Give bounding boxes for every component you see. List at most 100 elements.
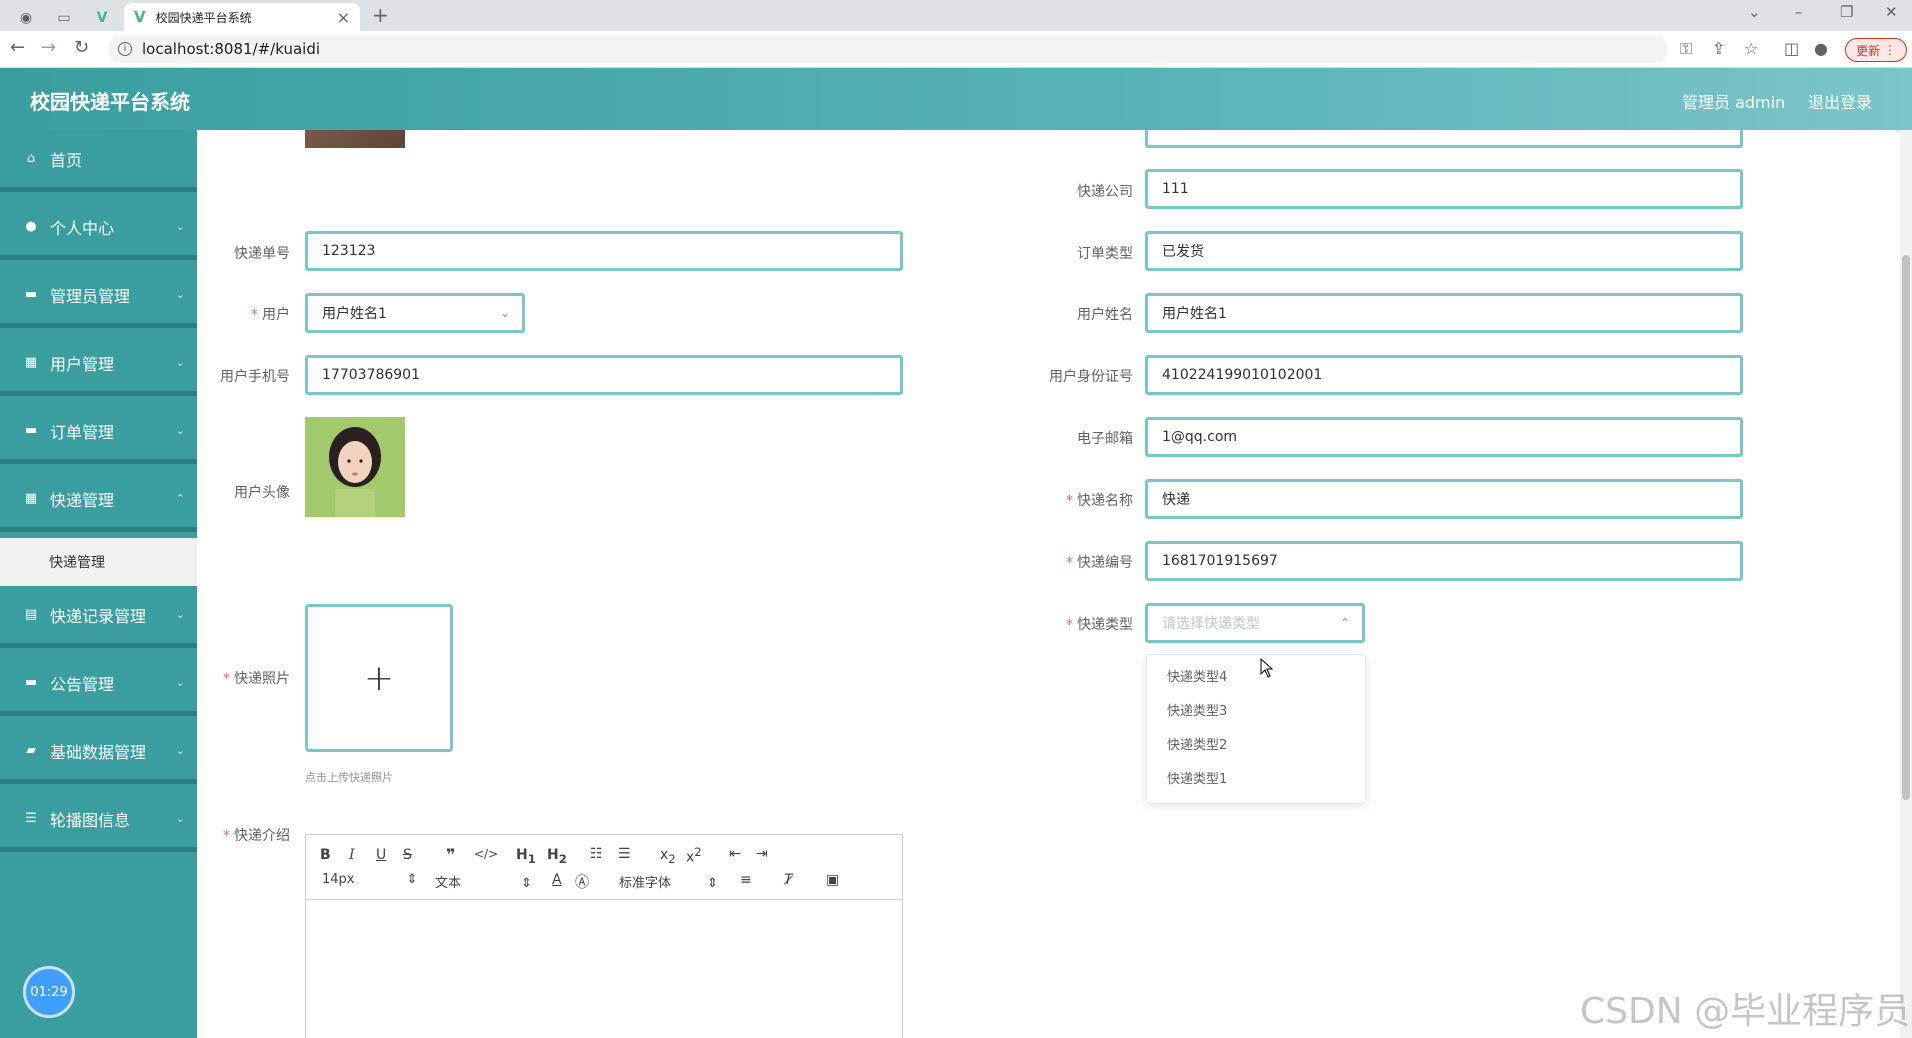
ordered-list-icon[interactable]: ☷: [590, 846, 603, 862]
dropdown-option[interactable]: 快递类型1: [1147, 763, 1365, 797]
blank-tab-icon[interactable]: ▭: [46, 5, 82, 31]
update-label: 更新: [1856, 43, 1881, 58]
superscript-icon[interactable]: x2: [686, 845, 702, 866]
id-card-input[interactable]: 410224199010102001: [1145, 355, 1743, 395]
font-color-icon[interactable]: A: [552, 872, 562, 888]
font-size-select[interactable]: 14px ⇕: [322, 872, 417, 887]
forward-icon[interactable]: →: [41, 37, 56, 58]
sidebar-item-admins[interactable]: ▬ 管理员管理 ⌄: [0, 266, 197, 328]
sidebar-item-carousel[interactable]: ☰ 轮播图信息 ⌄: [0, 790, 197, 852]
background-color-icon[interactable]: Ⓐ: [575, 872, 589, 892]
submenu-label: 快递管理: [49, 555, 105, 571]
quote-icon[interactable]: ❞: [446, 845, 455, 864]
sidebar: ⌂ 首页 ● 个人中心 ⌄ ▬ 管理员管理 ⌄ ▦ 用户管理 ⌄ ▬ 订单管理 …: [0, 130, 197, 1038]
address-bar[interactable]: i localhost:8081/#/kuaidi: [108, 35, 1668, 63]
sidepanel-icon[interactable]: ◫: [1784, 39, 1799, 58]
bold-icon[interactable]: B: [320, 847, 331, 863]
info-icon[interactable]: i: [118, 42, 132, 56]
outdent-icon[interactable]: ⇤: [729, 846, 741, 862]
sidebar-item-home[interactable]: ⌂ 首页: [0, 130, 197, 192]
dropdown-option[interactable]: 快递类型4: [1147, 661, 1365, 695]
order-type-label: 订单类型: [1077, 246, 1133, 262]
browser-tab-active[interactable]: V 校园快递平台系统 ×: [124, 3, 360, 31]
bullet-list-icon[interactable]: ☰: [618, 846, 631, 862]
sidebar-item-profile[interactable]: ● 个人中心 ⌄: [0, 198, 197, 260]
strike-icon[interactable]: S: [403, 847, 412, 863]
photo-upload-button[interactable]: +: [305, 604, 453, 752]
grid-icon: ▦: [24, 355, 38, 370]
chevron-down-icon: ⌄: [175, 220, 185, 233]
block-type-value: 文本: [435, 876, 462, 891]
sidebar-item-orders[interactable]: ▬ 订单管理 ⌄: [0, 402, 197, 464]
sidebar-item-notices[interactable]: ▬ 公告管理 ⌄: [0, 654, 197, 716]
subscript-icon[interactable]: x2: [660, 847, 676, 866]
globe-icon[interactable]: ◉: [8, 5, 44, 31]
sidebar-item-express-records[interactable]: ▤ 快递记录管理 ⌄: [0, 586, 197, 648]
align-icon[interactable]: ≡: [740, 872, 752, 888]
key-icon[interactable]: ⚿: [1680, 39, 1692, 59]
express-no-label: * 快递编号: [1066, 555, 1133, 571]
express-name-input[interactable]: 快递: [1145, 479, 1743, 519]
page-scrollbar[interactable]: [1900, 130, 1912, 1038]
sidebar-item-label: 首页: [50, 150, 83, 170]
minimize-icon[interactable]: –: [1795, 3, 1803, 21]
photo-label: * 快递照片: [223, 671, 290, 687]
restore-icon[interactable]: ❐: [1840, 3, 1853, 21]
sidebar-item-label: 基础数据管理: [50, 742, 147, 762]
star-icon[interactable]: ☆: [1744, 39, 1758, 58]
font-family-select[interactable]: 标准字体 ⇕: [619, 872, 718, 891]
express-no-input[interactable]: 1681701915697: [1145, 541, 1743, 581]
order-type-input[interactable]: 已发货: [1145, 231, 1743, 271]
express-type-select[interactable]: 请选择快递类型 ⌃: [1145, 603, 1365, 643]
indent-icon[interactable]: ⇥: [756, 846, 768, 862]
tracking-no-input[interactable]: 123123: [305, 231, 903, 271]
sidebar-item-label: 管理员管理: [50, 286, 131, 306]
profile-icon[interactable]: ●: [1814, 39, 1828, 58]
express-no-label-text: 快递编号: [1077, 555, 1133, 571]
phone-input[interactable]: 17703786901: [305, 355, 903, 395]
submenu-item-express[interactable]: 快递管理: [0, 538, 197, 586]
select-arrows-icon: ⇕: [406, 872, 418, 887]
underline-icon[interactable]: U: [376, 847, 386, 863]
select-arrows-icon: ⇕: [521, 876, 532, 891]
email-input[interactable]: 1@qq.com: [1145, 417, 1743, 457]
intro-label-text: 快递介绍: [234, 828, 290, 844]
avatar-image: [305, 417, 405, 517]
chevron-down-icon[interactable]: ⌄: [1748, 3, 1761, 21]
box-icon: ▬: [24, 423, 38, 438]
sidebar-item-users[interactable]: ▦ 用户管理 ⌄: [0, 334, 197, 396]
vue-tab-icon[interactable]: V: [84, 5, 120, 31]
sidebar-item-express[interactable]: ▦ 快递管理 ⌃: [0, 470, 197, 532]
image-icon[interactable]: ▣: [826, 872, 839, 888]
editor-body[interactable]: [306, 900, 902, 1038]
photo-label-text: 快递照片: [234, 671, 290, 687]
top-right-input[interactable]: [1145, 130, 1743, 148]
reload-icon[interactable]: ↻: [74, 37, 89, 58]
logout-link[interactable]: 退出登录: [1808, 89, 1872, 113]
home-icon: ⌂: [26, 151, 36, 166]
dropdown-option[interactable]: 快递类型2: [1147, 729, 1365, 763]
code-icon[interactable]: </>: [474, 847, 498, 861]
company-input[interactable]: 111: [1145, 169, 1743, 209]
scrollbar-thumb[interactable]: [1902, 255, 1910, 800]
new-tab-icon[interactable]: +: [372, 3, 389, 27]
user-select[interactable]: 用户姓名1 ⌄: [305, 293, 525, 333]
share-icon[interactable]: ⇪: [1712, 39, 1725, 58]
user-name-input[interactable]: 用户姓名1: [1145, 293, 1743, 333]
back-icon[interactable]: ←: [10, 37, 25, 58]
update-button[interactable]: 更新 ⋮: [1845, 38, 1907, 62]
express-name-label: * 快递名称: [1066, 493, 1133, 509]
clock-badge[interactable]: 01:29: [23, 966, 75, 1018]
heading2-icon[interactable]: H2: [547, 847, 567, 866]
heading1-icon[interactable]: H1: [516, 847, 536, 866]
italic-icon[interactable]: I: [349, 847, 355, 863]
sidebar-item-label: 用户管理: [50, 354, 115, 374]
close-icon[interactable]: ×: [337, 8, 350, 27]
browser-tabstrip: ◉ ▭ V V 校园快递平台系统 × + ⌄ – ❐ ✕: [0, 0, 1912, 31]
dropdown-option[interactable]: 快递类型3: [1147, 695, 1365, 729]
plus-icon: +: [363, 657, 395, 699]
clear-format-icon[interactable]: T̷: [784, 872, 793, 888]
sidebar-item-base-data[interactable]: ▰ 基础数据管理 ⌄: [0, 722, 197, 784]
window-close-icon[interactable]: ✕: [1885, 3, 1898, 21]
block-type-select[interactable]: 文本 ⇕: [435, 872, 532, 891]
